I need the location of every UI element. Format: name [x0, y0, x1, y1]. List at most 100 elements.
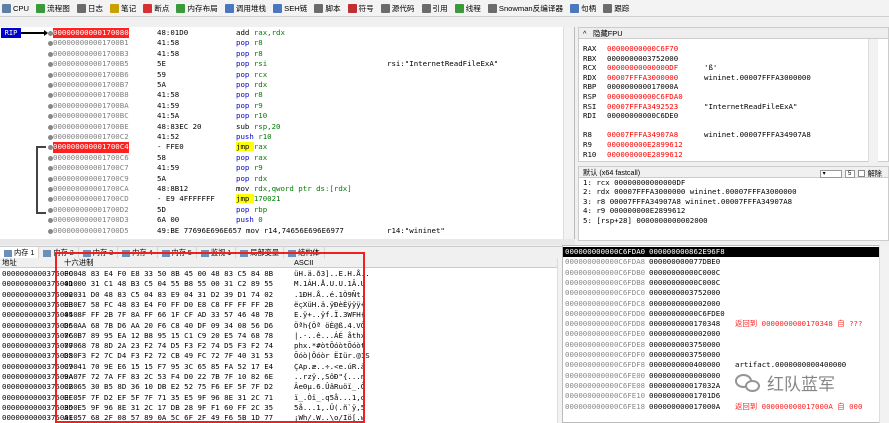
register-value[interactable]: 000000000E2899612: [607, 140, 704, 150]
dump-tab-4[interactable]: 内存 4: [118, 247, 158, 258]
disassembly-hscrollbar[interactable]: [0, 239, 575, 245]
stack-scrollbar[interactable]: [879, 245, 889, 423]
disasm-row[interactable]: 00000000000170080 48:01D0 add rax,rdx: [0, 28, 574, 39]
dump-hex[interactable]: 35 E5 9F 96 8E 31 2C 17 DB 28 9F F1 60 F…: [64, 403, 273, 413]
call-convention-title[interactable]: 默认 (x64 fastcall): [583, 168, 640, 177]
stack-row[interactable]: 000000000000C6FE00 0000000000000000: [563, 371, 888, 381]
disasm-row[interactable]: 000000000001700C6 58 pop rax: [0, 153, 574, 163]
disasm-row[interactable]: 000000000001700B7 5A pop rdx: [0, 80, 574, 90]
disasm-row[interactable]: 000000000001700C7 41:59 pop r9: [0, 163, 574, 173]
toolbar-tab-11[interactable]: 引用: [421, 3, 448, 14]
dump-col-hex[interactable]: 十六进制: [64, 258, 94, 268]
hide-fpu-toggle[interactable]: 隐藏FPU: [593, 29, 623, 38]
stack-row[interactable]: 000000000000C6FDA8 000000000077DBE0: [563, 257, 888, 267]
register-row[interactable]: RBX 0000000003752000: [583, 54, 704, 64]
disasm-row[interactable]: 000000000001700D2 5D pop rbp: [0, 205, 574, 215]
dump-ascii[interactable]: Âe0µ.6.ÛâRuöï_.Ò: [294, 382, 365, 392]
register-value[interactable]: 000000000E2899612: [607, 150, 704, 160]
disassembly-scrollbar[interactable]: [563, 27, 574, 239]
call-arg-row[interactable]: 4: r9 000000000E2899612: [579, 206, 888, 215]
dump-tab-8[interactable]: 结构体: [284, 247, 325, 258]
toolbar-tab-0[interactable]: CPU: [2, 3, 29, 13]
disassembly-view[interactable]: 00000000000170080 48:01D0 add rax,rdx 00000…: [0, 27, 575, 239]
register-row[interactable]: RDX 00007FFFA3000000 wininet.00007FFFA3000…: [583, 73, 811, 83]
stack-row[interactable]: 000000000000C6FDA0 000000000862E96F8: [563, 247, 888, 258]
dump-col-address[interactable]: 地址: [2, 258, 17, 268]
disasm-row[interactable]: 000000000001700B5 5E pop rsi rsi:"InternetR…: [0, 59, 574, 69]
register-row[interactable]: RCX 00000000000000DF'ß': [583, 63, 717, 73]
toolbar-tab-1[interactable]: 流程图: [36, 3, 70, 14]
dump-hex[interactable]: D6 AA 68 7B D6 AA 20 F6 C8 40 DF 09 34 0…: [64, 321, 273, 331]
dump-ascii[interactable]: Õóò|Ôóòr ËIür.@1S: [294, 351, 370, 361]
registers-scrollbar[interactable]: [868, 39, 878, 162]
disasm-row[interactable]: 000000000001700C9 5A pop rdx: [0, 174, 574, 184]
register-row[interactable]: R9 000000000E2899612: [583, 140, 704, 150]
disasm-row[interactable]: 000000000001700D5 49:BE 77696E696E657 mov…: [0, 226, 574, 236]
dump-hex[interactable]: FC 48 83 E4 F0 E8 33 50 8B 45 00 48 83 C…: [64, 269, 273, 279]
dump-tab-1[interactable]: 内存 1: [0, 247, 40, 258]
register-value[interactable]: 000000000017000A: [607, 82, 704, 92]
call-arg-row[interactable]: 2: rdx 00007FFFA3000000 wininet.00007FFF…: [579, 187, 888, 196]
dump-col-ascii[interactable]: ASCII: [294, 258, 313, 268]
call-arg-row[interactable]: 5: [rsp+28] 0000000000002000: [579, 216, 888, 225]
toolbar-tab-15[interactable]: 跟踪: [603, 3, 629, 14]
dump-hex[interactable]: 45 8F FF 2B 7F 8A FF 66 1F CF AD 33 57 4…: [64, 310, 273, 320]
dump-hex[interactable]: 9A 7F 72 7A FF 83 2C 53 F4 D0 22 7B 7F 1…: [64, 372, 273, 382]
dump-ascii[interactable]: üH.ä.ð3]..E.H.Å..: [294, 269, 370, 279]
calling-convention-dropdown[interactable]: ▾: [819, 169, 842, 178]
argument-count-spinner[interactable]: 5: [844, 169, 855, 178]
dump-hex[interactable]: 00 31 D0 48 83 C5 04 83 E9 04 31 D2 39 D…: [64, 290, 273, 300]
stack-row[interactable]: 000000000000C6FDF0 0000000003750000: [563, 350, 888, 360]
dump-ascii[interactable]: ÇAp.æ..÷.<e.úR.ä: [294, 362, 365, 372]
toolbar-tab-13[interactable]: Snowman反编译器: [487, 3, 563, 14]
dump-hex[interactable]: C2 65 30 B5 8D 36 10 DB E2 52 75 F6 EF 5…: [64, 382, 273, 392]
register-row[interactable]: R10 000000000E2899612: [583, 150, 704, 160]
dump-tab-2[interactable]: 内存 2: [39, 247, 79, 258]
call-arg-row[interactable]: 1: rcx 00000000000000DF: [579, 178, 888, 187]
register-value[interactable]: 00007FFFA3492523: [607, 102, 704, 112]
disasm-row[interactable]: 000000000001700CA 48:8B12 mov rdx,qword pt…: [0, 184, 574, 194]
register-row[interactable]: RDI 00000000000C6DE0: [583, 111, 704, 121]
dump-tab-5[interactable]: 内存 5: [158, 247, 197, 258]
stack-row[interactable]: 000000000000C6FDC0 0000000003752000: [563, 288, 888, 298]
disasm-row[interactable]: 000000000001700B1 41:58 pop r8: [0, 38, 574, 48]
disasm-row[interactable]: 000000000001700B8 41:58 pop r8: [0, 90, 574, 100]
dump-ascii[interactable]: ëçXüH.ä.ÿÐèÈÿÿÿ+: [294, 300, 365, 310]
register-value[interactable]: 00000000000C6F70: [607, 44, 704, 54]
stack-row[interactable]: 000000000000C6FE18 000000000017000A 返回到 00…: [563, 402, 888, 412]
disasm-row[interactable]: 000000000001700CD - E9 4FFFFFFF jmp 170021: [0, 194, 574, 204]
disasm-row[interactable]: 000000000001700C4 - FFE0 jmp rax: [0, 142, 574, 153]
dump-ascii[interactable]: ¡Wh/.W..\o/Iö[.w: [294, 413, 365, 423]
dump-ascii[interactable]: ï_.Òï_.q5å...1,q: [294, 393, 365, 403]
register-row[interactable]: R8 00007FFFA34907A8 wininet.00007FFFA34907…: [583, 130, 811, 140]
registers-header[interactable]: ^ 隐藏FPU: [579, 28, 888, 39]
dump-ascii[interactable]: phx.*#òtÕóòtÕóòt: [294, 341, 365, 351]
disasm-row[interactable]: 000000000001700D3 6A 00 push 0: [0, 215, 574, 225]
toolbar-tab-2[interactable]: 日志: [76, 3, 103, 14]
toolbar-tab-7[interactable]: SEH链: [273, 3, 307, 14]
dump-hex[interactable]: EF 5F 7F D2 EF 5F 7F 71 35 E5 9F 96 8E 3…: [64, 393, 273, 403]
toolbar-tab-12[interactable]: 线程: [454, 3, 481, 14]
dump-ascii[interactable]: Öªh{Öª öÈ@ß.4.VÖ: [294, 321, 365, 331]
toolbar-tab-8[interactable]: 脚本: [314, 3, 341, 14]
memory-dump-view[interactable]: 地址 十六进制 ASCII 00000000003750000 FC 48 83 …: [0, 258, 575, 423]
register-value[interactable]: 0000000003752000: [607, 54, 704, 64]
stack-row[interactable]: 000000000000C6FDB8 00000000000C000C: [563, 278, 888, 288]
register-value[interactable]: 00007FFFA3000000: [607, 73, 704, 83]
stack-row[interactable]: 000000000000C6FDC8 0000000000002000: [563, 299, 888, 309]
register-row[interactable]: RBP 000000000017000A: [583, 82, 704, 92]
disasm-row[interactable]: 000000000001700B3 41:58 pop r8: [0, 49, 574, 59]
register-value[interactable]: 00007FFFA34907A8: [607, 130, 704, 140]
stack-row[interactable]: 000000000000C6FDB0 00000000000C000C: [563, 268, 888, 278]
dump-tab-6[interactable]: 监视 1: [197, 247, 237, 258]
register-row[interactable]: RSP 00000000000C6FDA0: [583, 92, 704, 102]
toolbar-tab-3[interactable]: 笔记: [110, 3, 136, 14]
disasm-row[interactable]: 000000000001700B6 59 pop rcx: [0, 70, 574, 80]
stack-row[interactable]: 000000000000C6FDD8 0000000000170348 返回到 00…: [563, 319, 888, 329]
register-row[interactable]: [583, 121, 704, 131]
call-arg-row[interactable]: 3: r8 00007FFFA34907A8 wininet.00007FFFA…: [579, 197, 888, 206]
dump-hex[interactable]: 70 68 78 8D 2A 23 F2 74 D5 F3 F2 74 D5 F…: [64, 341, 273, 351]
stack-view[interactable]: 000000000000C6FDA0 000000000862E96F8 00000…: [562, 245, 889, 423]
dump-ascii[interactable]: .1ÐH.Å..é.1Ò9Ñt.: [294, 290, 365, 300]
dump-hex[interactable]: EB E7 58 FC 48 83 E4 F0 FF D0 E8 C8 FF F…: [64, 300, 273, 310]
